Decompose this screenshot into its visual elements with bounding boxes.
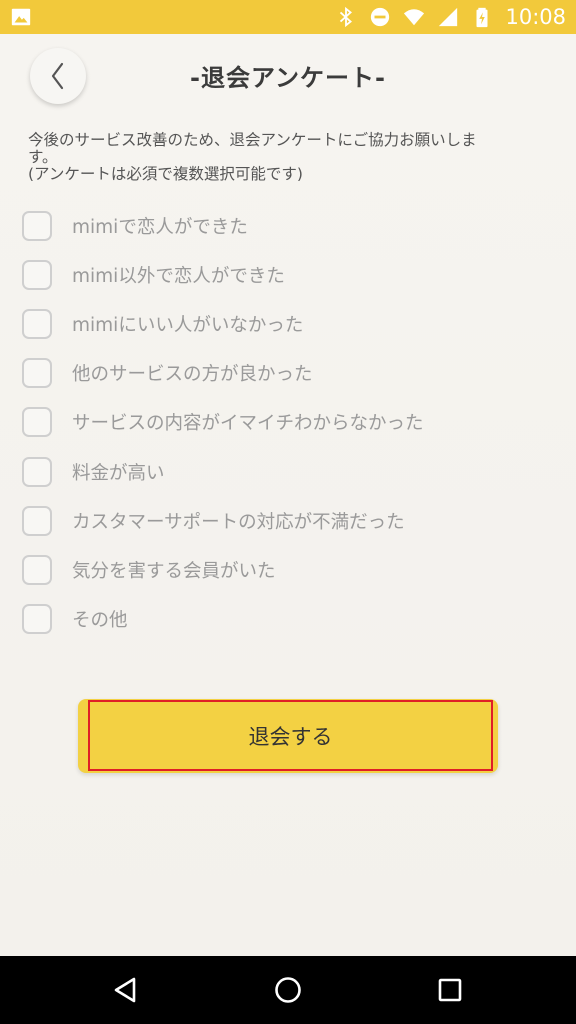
main-content: -退会アンケート- 今後のサービス改善のため、退会アンケートにご協力お願いしま … [0, 34, 576, 956]
checkbox[interactable] [22, 308, 52, 339]
bluetooth-icon [340, 6, 353, 28]
checkbox[interactable] [22, 407, 52, 438]
nav-recents-button[interactable] [430, 970, 470, 1010]
intro-line-3: (アンケートは必須で複数選択可能です) [28, 165, 303, 183]
status-right: 10:08 [335, 5, 566, 29]
survey-options: mimiで恋人ができた mimi以外で恋人ができた mimiにいい人がいなかった… [22, 201, 562, 644]
intro-line-1: 今後のサービス改善のため、退会アンケートにご協力お願いしま [28, 131, 477, 149]
nav-home-button[interactable] [268, 970, 308, 1010]
option-other[interactable]: その他 [22, 595, 562, 644]
checkbox[interactable] [22, 505, 52, 536]
clock: 10:08 [505, 5, 566, 29]
option-label: mimiで恋人ができた [72, 216, 248, 238]
checkbox[interactable] [22, 358, 52, 389]
status-bar: 10:08 [0, 0, 576, 34]
checkbox[interactable] [22, 604, 52, 635]
option-support-unsatisfied[interactable]: カスタマーサポートの対応が不満だった [22, 496, 562, 545]
option-found-partner-mimi[interactable]: mimiで恋人ができた [22, 201, 562, 250]
battery-charging-icon [476, 7, 488, 28]
option-unclear-service[interactable]: サービスの内容がイマイチわからなかった [22, 398, 562, 447]
option-label: mimi以外で恋人ができた [72, 265, 285, 287]
home-circle-icon [275, 977, 301, 1003]
option-label: サービスの内容がイマイチわからなかった [72, 413, 424, 435]
status-left [10, 6, 32, 28]
image-icon [11, 8, 31, 26]
option-label: 他のサービスの方が良かった [72, 364, 313, 386]
option-label: 気分を害する会員がいた [72, 560, 276, 582]
option-label: カスタマーサポートの対応が不満だった [72, 511, 405, 533]
nav-back-button[interactable] [106, 970, 146, 1010]
option-offensive-member[interactable]: 気分を害する会員がいた [22, 545, 562, 594]
wifi-icon [404, 9, 425, 26]
page-title: -退会アンケート- [190, 64, 386, 92]
option-found-partner-elsewhere[interactable]: mimi以外で恋人ができた [22, 250, 562, 299]
checkbox[interactable] [22, 210, 52, 241]
back-triangle-icon [114, 977, 136, 1003]
do-not-disturb-icon [371, 7, 390, 27]
option-no-good-people[interactable]: mimiにいい人がいなかった [22, 299, 562, 348]
navigation-bar [0, 956, 576, 1024]
checkbox[interactable] [22, 554, 52, 585]
option-other-service-better[interactable]: 他のサービスの方が良かった [22, 349, 562, 398]
option-price-high[interactable]: 料金が高い [22, 447, 562, 496]
signal-icon [439, 7, 458, 27]
submit-button-container: 退会する [78, 699, 498, 773]
checkbox[interactable] [22, 259, 52, 290]
option-label: 料金が高い [72, 462, 165, 484]
checkbox[interactable] [22, 456, 52, 487]
option-label: mimiにいい人がいなかった [72, 314, 304, 336]
survey-intro: 今後のサービス改善のため、退会アンケートにご協力お願いしま す。 (アンケートは… [28, 132, 558, 183]
withdraw-button[interactable]: 退会する [88, 700, 493, 771]
recents-square-icon [438, 978, 462, 1002]
option-label: その他 [72, 610, 128, 632]
intro-line-2: す。 [28, 148, 58, 166]
